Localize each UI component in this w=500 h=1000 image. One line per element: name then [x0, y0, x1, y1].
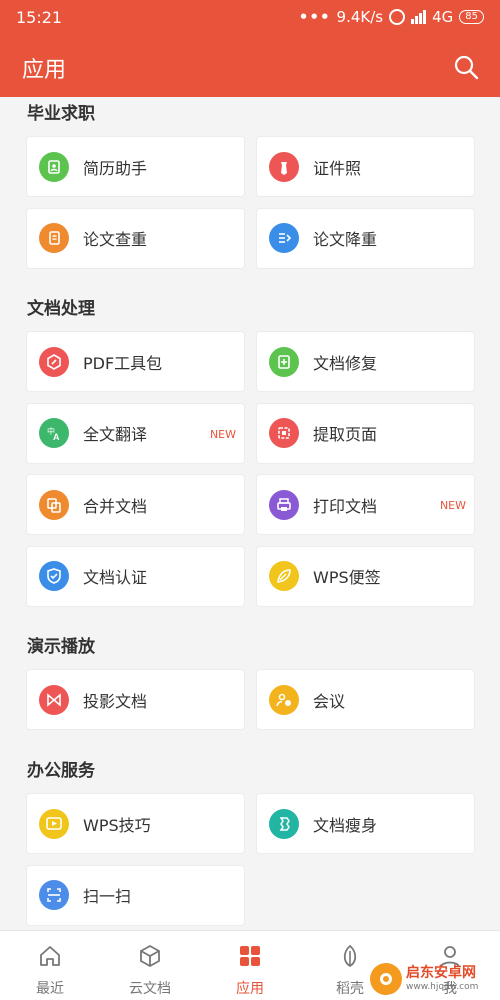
extract-icon — [269, 418, 299, 448]
watermark-logo — [370, 963, 402, 995]
cube-icon — [137, 931, 163, 973]
section-title: 毕业求职 — [27, 104, 95, 124]
app-card[interactable]: 扫一扫 — [26, 864, 245, 926]
leaf-icon — [269, 561, 299, 591]
app-card-label: 文档认证 — [83, 568, 148, 587]
app-card[interactable]: 文档认证 — [26, 545, 245, 607]
app-card-label: 合并文档 — [83, 496, 148, 516]
scan-icon — [39, 880, 69, 910]
meeting-icon — [269, 684, 299, 715]
app-card-label: 文档修复 — [313, 353, 378, 373]
id-photo-icon — [269, 151, 299, 182]
watermark-title: 启东安卓网 — [406, 965, 476, 981]
watermark-url: www.hjqdw.com — [406, 982, 479, 992]
section-title: 演示播放 — [27, 637, 95, 657]
leaf-nav-icon — [337, 931, 363, 973]
app-card-label: 提取页面 — [313, 425, 378, 444]
status-time: 15:21 — [16, 8, 63, 27]
app-card[interactable]: WPS便签 — [256, 545, 475, 607]
watermark: 启东安卓网 www.hjqdw.com — [370, 960, 498, 998]
app-card[interactable]: 论文查重 — [26, 207, 245, 269]
app-card-label: 会议 — [313, 691, 346, 711]
app-card-label: 证件照 — [313, 158, 362, 178]
apps-icon — [237, 931, 263, 973]
merge-icon — [39, 489, 69, 520]
home-icon — [37, 931, 63, 973]
app-header: 15:21 ••• 9.4K/s 4G 85 应用 — [0, 0, 500, 97]
nav-label: 稻壳 — [336, 981, 364, 997]
app-card-label: 论文降重 — [313, 230, 378, 249]
nav-item[interactable]: 云文档 — [100, 931, 200, 1000]
network-speed: 9.4K/s — [336, 8, 384, 26]
app-card-label: 打印文档 — [313, 496, 378, 516]
nav-label: 云文档 — [129, 981, 171, 997]
resume-icon — [39, 151, 69, 182]
paper-check-icon — [39, 223, 69, 253]
app-card-label: WPS技巧 — [83, 815, 151, 835]
app-card-label: 论文查重 — [83, 230, 148, 249]
translate-icon: 中A — [39, 418, 69, 448]
app-card[interactable]: 文档修复 — [256, 331, 475, 392]
app-card[interactable]: 提取页面 — [256, 402, 475, 464]
repair-icon — [269, 346, 299, 377]
new-badge: NEW — [209, 427, 236, 441]
apps-list: 毕业求职简历助手 证件照论文查重 论文降重文档处理 PDF工具包 文档修复中 A 全文翻译 N… — [0, 97, 500, 930]
app-card[interactable]: PDF工具包 — [26, 331, 245, 392]
more-dots-icon: ••• — [298, 8, 331, 26]
app-card-label: 扫一扫 — [83, 887, 132, 906]
nav-label: 应用 — [236, 981, 264, 997]
shield-icon — [39, 561, 69, 591]
signal-icon — [411, 10, 427, 24]
status-right: ••• 9.4K/s 4G 85 — [299, 8, 484, 26]
section-title: 文档处理 — [27, 299, 95, 319]
network-type: 4G — [432, 8, 454, 26]
nav-item[interactable]: 最近 — [0, 931, 100, 1000]
battery-icon: 85 — [459, 10, 484, 24]
app-card-label: 投影文档 — [83, 691, 148, 711]
alarm-icon — [389, 9, 406, 25]
app-card[interactable]: 投影文档 — [26, 669, 245, 730]
app-card[interactable]: 打印文档 NEW — [256, 474, 475, 535]
status-bar: 15:21 ••• 9.4K/s 4G 85 — [0, 0, 500, 36]
app-card-label: WPS便签 — [313, 568, 381, 587]
new-badge: NEW — [439, 499, 466, 512]
play-icon — [39, 808, 69, 839]
app-card[interactable]: 简历助手 — [26, 136, 245, 197]
app-card-label: 简历助手 — [83, 158, 148, 178]
section-title: 办公服务 — [27, 761, 95, 781]
app-card[interactable]: 合并文档 — [26, 474, 245, 535]
app-card[interactable]: 证件照 — [256, 136, 475, 197]
app-card[interactable]: 会议 — [256, 669, 475, 730]
page-title: 应用 — [22, 58, 67, 83]
app-card-label: 全文翻译 — [83, 425, 148, 444]
search-icon[interactable] — [452, 53, 480, 81]
app-card[interactable]: 文档瘦身 — [256, 793, 475, 854]
projection-icon — [39, 684, 69, 715]
pdf-icon — [39, 346, 69, 377]
app-card[interactable]: WPS技巧 — [26, 793, 245, 854]
nav-label: 最近 — [36, 981, 64, 997]
svg-text:A: A — [53, 432, 60, 442]
app-card[interactable]: 中 A 全文翻译 NEW — [26, 402, 245, 464]
paper-reduce-icon — [269, 223, 299, 253]
app-card-label: 文档瘦身 — [313, 815, 378, 835]
slim-icon — [269, 808, 299, 839]
app-card-label: PDF工具包 — [83, 353, 163, 373]
app-card[interactable]: 论文降重 — [256, 207, 475, 269]
print-icon — [269, 489, 299, 520]
nav-item[interactable]: 应用 — [200, 931, 300, 1000]
